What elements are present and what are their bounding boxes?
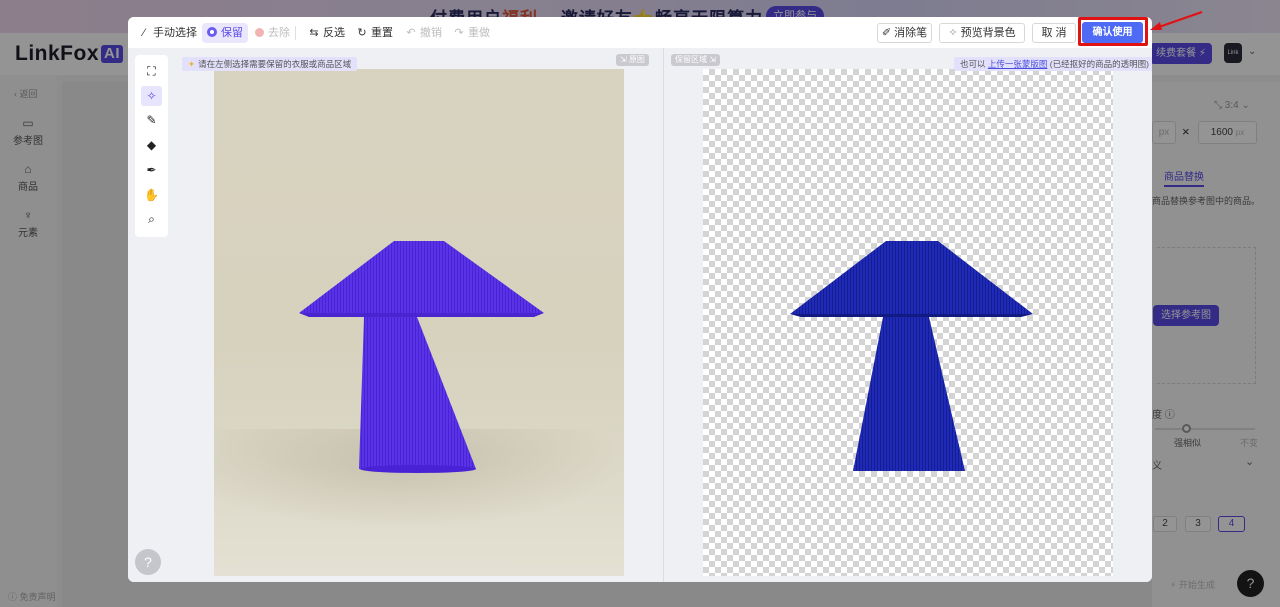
preview-background-button[interactable]: ✧ 预览背景色 [939, 23, 1025, 43]
refresh-icon: ↻ [357, 27, 367, 39]
eraser-tool[interactable]: ◆ [141, 135, 162, 155]
keep-button[interactable]: 保留 [202, 23, 248, 43]
magic-wand-icon: ⁄ [143, 27, 145, 39]
cancel-button[interactable]: 取 消 [1032, 23, 1076, 43]
eraser-pen-icon: ✐ [881, 27, 892, 39]
keep-icon [207, 27, 217, 37]
zoom-tool[interactable]: ⌕ [141, 209, 162, 229]
undo-button[interactable]: ↶ 撤销 [405, 23, 442, 43]
modal-help-button[interactable]: ? [135, 549, 161, 575]
tool-palette: ⛶ ✧ ✎ ◆ ✒ ✋ ⌕ [135, 55, 168, 237]
undo-icon: ↶ [406, 27, 416, 39]
confirm-highlight-frame [1078, 17, 1148, 46]
original-image[interactable] [214, 69, 624, 576]
original-tag: ⇲ 原图 [616, 54, 649, 66]
canvas-divider [663, 48, 664, 582]
pen-icon: ✒ [146, 163, 157, 177]
magic-wand-icon: ✧ [146, 89, 157, 103]
upload-mask-link[interactable]: 上传一张蒙版图 [988, 59, 1048, 69]
eraser-pen-button[interactable]: ✐ 消除笔 [877, 23, 932, 43]
redo-button[interactable]: ↷ 重做 [453, 23, 490, 43]
lamp-original [299, 241, 544, 473]
brush-icon: ✎ [146, 113, 157, 127]
smart-select-tool[interactable]: ⛶ [141, 61, 162, 81]
left-hint: ✦ 请在左侧选择需要保留的衣服或商品区域 [182, 57, 358, 71]
arrow-icon [1150, 11, 1203, 30]
retained-area-tag: 保留区域 ⇲ [671, 54, 720, 66]
bulb-icon: ✦ [188, 59, 196, 69]
magic-wand-tool[interactable]: ✧ [141, 86, 162, 106]
editor-toolbar: ⁄ 手动选择 保留 去除 ⇆ 反选 ↻ 重置 ↶ 撤销 ↷ 重做 ✐ 消除笔 ✧ 预览背景… [128, 17, 1152, 48]
eraser-icon: ◆ [146, 138, 157, 152]
right-hint: 也可以 上传一张蒙版图 (已经抠好的商品的透明图) [954, 57, 1152, 71]
zoom-icon: ⌕ [148, 212, 155, 226]
cutout-editor-modal: ⁄ 手动选择 保留 去除 ⇆ 反选 ↻ 重置 ↶ 撤销 ↷ 重做 ✐ 消除笔 ✧ 预览背景… [128, 17, 1152, 582]
hand-icon: ✋ [144, 188, 159, 202]
toolbar-divider [295, 26, 296, 40]
manual-select-button[interactable]: ⁄ 手动选择 [138, 23, 197, 43]
brush-tool[interactable]: ✎ [141, 110, 162, 130]
remove-button[interactable]: 去除 [255, 23, 290, 43]
retained-area-preview[interactable] [703, 69, 1113, 576]
invert-button[interactable]: ⇆ 反选 [308, 23, 345, 43]
remove-icon [255, 28, 264, 37]
sparkle-icon: ✧ [948, 27, 958, 39]
scan-icon: ⛶ [147, 64, 156, 78]
redo-icon: ↷ [454, 27, 464, 39]
swap-icon: ⇆ [309, 27, 319, 39]
pen-tool[interactable]: ✒ [141, 160, 162, 180]
hand-tool[interactable]: ✋ [141, 185, 162, 205]
reset-button[interactable]: ↻ 重置 [356, 23, 393, 43]
lamp-cutout [790, 241, 1033, 471]
